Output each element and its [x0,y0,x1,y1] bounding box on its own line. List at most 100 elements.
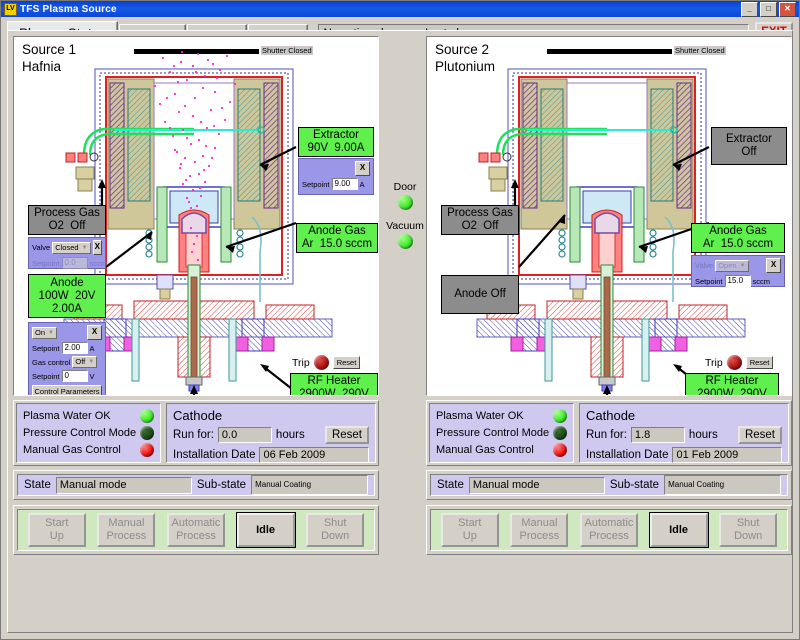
maximize-icon[interactable]: □ [760,1,777,17]
extractor-readout: Extractor Off [711,127,787,165]
plasma-water-label: Plasma Water OK [23,410,111,422]
state-label: State [437,479,464,491]
anode-setpoint-input[interactable]: 2.00 [61,342,88,354]
cathode-runfor-row: Run for: 0.0 hours Reset [173,426,369,444]
extractor-controls: X Setpoint 9.00 A [298,158,374,195]
process-gas-valve-label: Valve [32,243,51,252]
process-gas-readout: Process Gas O2 Off [441,205,519,235]
window-buttons: _ □ ✕ [741,1,797,17]
source-2-cathode-panel: Cathode Run for: 1.8 hours Reset Install… [579,403,789,463]
source-1-button-group: Start Up Manual Process Automatic Proces… [13,505,379,555]
start-up-button[interactable]: Start Up [27,513,86,547]
pressure-control-label: Pressure Control Mode [436,427,550,439]
cathode-runfor-label: Run for: [586,429,627,441]
plasma-water-led [553,409,567,423]
cathode-reset-button[interactable]: Reset [737,426,782,444]
source-2-led-panel: Plasma Water OK Pressure Control Mode Ma… [429,403,574,463]
trip-reset-button[interactable]: Reset [745,356,774,369]
anode-gas-controls: Valve Open ▼ X Setpoint 15.0 sccm [691,255,785,287]
anode-gas-setpoint-input[interactable]: 15.0 [724,275,751,287]
process-gas-close-button[interactable]: X [92,240,102,255]
anode-setpoint-label: Setpoint [32,343,60,353]
manual-gas-label: Manual Gas Control [436,444,534,456]
cathode-runfor-value: 1.8 [630,427,685,443]
trip-reset-button[interactable]: Reset [332,356,361,369]
extractor-readout: Extractor 90V 9.00A [298,127,374,157]
manual-process-button[interactable]: Manual Process [97,513,156,547]
extractor-setpoint-unit: A [359,179,365,189]
anode-setpoint-unit: A [89,343,95,353]
anode-setpoint2-label: Setpoint [32,371,60,381]
cathode-title: Cathode [173,408,223,423]
anode-gas-close-button[interactable]: X [766,258,781,273]
substate-value: Manual Coating [664,475,781,495]
extractor-close-button[interactable]: X [355,161,370,176]
control-parameters-button[interactable]: Control Parameters [32,385,102,395]
anode-power-select[interactable]: On ▼ [32,326,57,339]
status-row-plasma-water: Plasma Water OK [23,409,154,423]
anode-gas-control-select[interactable]: Off ▼ [72,356,98,368]
automatic-process-button[interactable]: Automatic Process [579,513,638,547]
substate-label: Sub-state [609,479,660,491]
source-1-led-panel: Plasma Water OK Pressure Control Mode Ma… [16,403,161,463]
cathode-install-row: Installation Date 01 Feb 2009 [586,447,782,463]
source-1-column: Source 1 Hafnia Shutter Closed Extractor… [13,36,379,555]
shut-down-button[interactable]: Shut Down [306,513,365,547]
anode-gas-valve-select[interactable]: Open ▼ [715,259,749,272]
anode-close-button[interactable]: X [87,325,102,340]
cathode-hours-label: hours [275,429,305,441]
pressure-control-led [140,426,154,440]
process-gas-readout: Process Gas O2 Off [28,205,106,235]
title-bar: LV TFS Plasma Source _ □ ✕ [1,1,799,17]
anode-controls: On ▼ X Setpoint 2.00 A Gas control Off ▼ Setpo… [28,322,106,395]
close-icon[interactable]: ✕ [779,1,796,17]
state-value: Manual mode [468,476,605,494]
process-gas-setpoint-label: Setpoint [32,258,60,268]
source-1-state-inner: State Manual mode Sub-state Manual Coati… [17,474,375,496]
plasma-status-page: Door Vacuum Source 1 Hafnia Shutter Clos… [7,30,793,633]
source-1-diagram: Source 1 Hafnia Shutter Closed Extractor… [13,36,379,396]
trip-indicator-group: Trip Reset [292,355,361,370]
process-gas-controls: Valve Closed ▼ X Setpoint 0.0 sccm [28,237,107,269]
source-1-status-group: Plasma Water OK Pressure Control Mode Ma… [13,400,379,466]
manual-gas-led [140,443,154,457]
minimize-icon[interactable]: _ [741,1,758,17]
cathode-install-row: Installation Date 06 Feb 2009 [173,447,369,463]
application-window: LV TFS Plasma Source _ □ ✕ Plasma Status… [0,0,800,640]
cathode-reset-button[interactable]: Reset [324,426,369,444]
trip-led [313,355,329,370]
status-row-pressure-control: Pressure Control Mode [436,426,567,440]
cathode-runfor-row: Run for: 1.8 hours Reset [586,426,782,444]
labview-icon: LV [4,2,17,16]
idle-button[interactable]: Idle [649,513,708,547]
start-up-button[interactable]: Start Up [440,513,499,547]
anode-setpoint2-input[interactable]: 0 [61,370,88,382]
source-2-button-inner: Start Up Manual Process Automatic Proces… [430,509,788,551]
anode-gas-control-label: Gas control [32,357,71,367]
status-row-manual-gas: Manual Gas Control [23,443,154,457]
trip-label: Trip [292,356,310,369]
automatic-process-button[interactable]: Automatic Process [166,513,225,547]
extractor-setpoint-input[interactable]: 9.00 [331,178,358,190]
vacuum-led [397,234,413,249]
chevron-down-icon: ▼ [48,329,54,336]
anode-gas-setpoint-label: Setpoint [695,276,723,286]
manual-process-button[interactable]: Manual Process [510,513,569,547]
process-gas-valve-select[interactable]: Closed ▼ [52,241,91,254]
anode-setpoint2-unit: V [89,371,95,381]
pressure-control-led [553,426,567,440]
source-1-cathode-panel: Cathode Run for: 0.0 hours Reset Install… [166,403,376,463]
plasma-water-label: Plasma Water OK [436,410,524,422]
extractor-setpoint-label: Setpoint [302,179,330,189]
chevron-down-icon: ▼ [739,262,746,269]
source-1-state-group: State Manual mode Sub-state Manual Coati… [13,470,379,500]
anode-readout: Anode 100W 20V 2.00A [28,274,106,318]
trip-led [726,355,742,370]
shut-down-button[interactable]: Shut Down [719,513,778,547]
cathode-install-value: 06 Feb 2009 [259,447,369,463]
idle-button[interactable]: Idle [236,513,295,547]
plasma-water-led [140,409,154,423]
process-gas-setpoint-input[interactable]: 0.0 [61,257,88,269]
chevron-down-icon: ▼ [81,244,88,251]
cathode-runfor-value: 0.0 [217,427,272,443]
